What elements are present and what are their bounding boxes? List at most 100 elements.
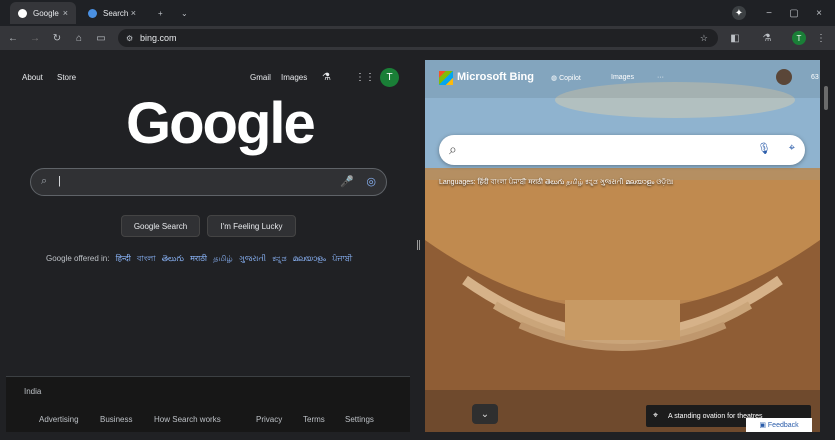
lang-link[interactable]: മലയാളം <box>293 254 326 263</box>
google-footer: India Advertising Business How Search wo… <box>6 376 410 432</box>
bing-languages-label: Languages: <box>439 179 476 186</box>
labs-flask-icon[interactable]: ⚗ <box>322 72 331 83</box>
bing-languages-row: Languages: हिंदी বাংলা ਪੰਜਾਬੀ मराठी తెలు… <box>439 176 673 188</box>
footer-terms-link[interactable]: Terms <box>303 415 325 424</box>
lang-link[interactable]: தமிழ் <box>213 254 233 263</box>
bing-lang-link[interactable]: ਪੰਜਾਬੀ <box>509 179 527 186</box>
tab-search-label: Search <box>103 8 129 18</box>
bing-images-tab[interactable]: Images <box>611 74 634 81</box>
labs-icon[interactable]: ⚗ <box>760 31 774 45</box>
bing-feedback-label: Feedback <box>767 421 799 429</box>
address-text: bing.com <box>140 33 177 43</box>
bing-lang-link[interactable]: ଓଡ଼ିଆ <box>656 179 673 186</box>
home-icon[interactable]: ⌂ <box>72 31 86 45</box>
google-search-box[interactable]: ⌕ | 🎤 ◎ <box>30 168 387 196</box>
footer-business-link[interactable]: Business <box>100 415 132 424</box>
search-cursor: | <box>58 175 61 187</box>
google-profile-avatar[interactable]: T <box>380 68 399 87</box>
lang-link[interactable]: తెలుగు <box>162 254 184 263</box>
forward-icon[interactable]: → <box>28 31 42 45</box>
lens-icon[interactable]: ◎ <box>366 175 376 188</box>
tab-google[interactable]: Google × <box>10 2 76 24</box>
lang-link[interactable]: বাংলা <box>137 254 156 263</box>
menu-icon[interactable]: ⋮ <box>814 31 828 45</box>
google-gmail-link[interactable]: Gmail <box>250 73 271 82</box>
bing-lang-link[interactable]: ગુજરાતી <box>600 179 624 186</box>
bing-scroll-thumb[interactable] <box>824 86 828 110</box>
extensions-icon[interactable]: ◧ <box>728 31 742 45</box>
google-favicon-icon <box>18 8 27 18</box>
profile-avatar[interactable]: T <box>792 31 806 45</box>
bing-search-icon: ⌕ <box>449 141 457 157</box>
bing-lang-link[interactable]: తెలుగు <box>545 179 564 186</box>
footer-settings-link[interactable]: Settings <box>345 415 374 424</box>
bing-rewards-count[interactable]: 63 <box>811 74 819 81</box>
tab-search-close-icon[interactable]: × <box>131 8 136 18</box>
footer-how-search-works-link[interactable]: How Search works <box>154 415 221 424</box>
tab-google-label: Google <box>33 8 59 18</box>
bing-lang-link[interactable]: मराठी <box>528 179 543 186</box>
bing-voice-icon[interactable]: 🎙 <box>757 142 771 155</box>
bing-header: Microsoft Bing ◍ Copilot Images ··· 63 <box>425 60 820 98</box>
bookmark-star-icon[interactable]: ☆ <box>700 33 708 44</box>
feedback-icon: ▣ <box>759 422 766 429</box>
toolbar: ← → ↻ ⌂ ▭ ⚙ bing.com ☆ ◧ ⚗ T ⋮ <box>0 26 835 50</box>
split-view-icon[interactable]: ▭ <box>94 31 108 45</box>
search-icon: ⌕ <box>41 175 48 187</box>
google-search-button[interactable]: Google Search <box>121 215 200 237</box>
bing-lang-link[interactable]: മലയാളം <box>625 179 654 186</box>
lang-link[interactable]: ਪੰਜਾਬੀ <box>332 254 352 263</box>
bing-pane <box>425 60 820 432</box>
bing-search-box[interactable]: ⌕ 🎙 ⌖ <box>439 135 805 165</box>
google-about-link[interactable]: About <box>22 73 43 82</box>
site-info-icon[interactable]: ⚙ <box>126 34 133 43</box>
maximize-icon[interactable]: ▢ <box>787 6 801 20</box>
sparkle-icon[interactable]: ✦ <box>732 6 746 20</box>
lang-link[interactable]: हिन्दी <box>116 254 131 263</box>
minimize-icon[interactable]: − <box>762 6 776 20</box>
bing-title: Microsoft Bing <box>457 71 534 83</box>
bing-expand-button[interactable]: ⌄ <box>472 404 498 424</box>
footer-advertising-link[interactable]: Advertising <box>39 415 79 424</box>
microsoft-logo-icon <box>439 71 453 85</box>
browser-chrome: Google × Search × + ⌄ ✦ − ▢ × ← → ↻ ⌂ ▭ … <box>0 0 835 60</box>
tab-google-close-icon[interactable]: × <box>63 8 68 18</box>
bing-visual-search-icon[interactable]: ⌖ <box>789 142 795 155</box>
bing-more-tab[interactable]: ··· <box>657 74 664 81</box>
offered-in-row: Google offered in: हिन्दी বাংলা తెలుగు म… <box>46 253 352 266</box>
voice-search-icon[interactable]: 🎤 <box>340 175 354 188</box>
apps-grid-icon[interactable]: ⋮⋮ <box>355 72 375 83</box>
google-images-link[interactable]: Images <box>281 73 307 82</box>
location-pin-icon: ⌖ <box>653 410 659 420</box>
feeling-lucky-button[interactable]: I'm Feeling Lucky <box>207 215 296 237</box>
theatre-background-image <box>425 60 820 432</box>
search-favicon-icon <box>88 8 97 18</box>
bing-lang-link[interactable]: हिंदी <box>478 179 489 186</box>
split-resize-handle[interactable] <box>417 240 420 250</box>
footer-privacy-link[interactable]: Privacy <box>256 415 282 424</box>
copilot-icon: ◍ <box>551 75 558 82</box>
address-bar[interactable]: ⚙ bing.com ☆ <box>118 29 718 47</box>
country-label: India <box>24 387 42 396</box>
lang-link[interactable]: ગુજરાતી <box>239 254 266 263</box>
google-logo: Google <box>126 91 316 156</box>
bing-scrollbar[interactable] <box>820 60 832 432</box>
tab-search-dropdown-icon[interactable]: ⌄ <box>173 2 196 24</box>
tab-strip: Google × Search × + ⌄ ✦ − ▢ × <box>0 0 835 26</box>
new-tab-button[interactable]: + <box>150 2 171 24</box>
google-store-link[interactable]: Store <box>57 73 76 82</box>
lang-link[interactable]: मराठी <box>190 254 207 263</box>
tab-search[interactable]: Search × <box>80 2 144 24</box>
lang-link[interactable]: ಕನ್ನಡ <box>272 254 286 263</box>
bing-copilot-tab-label: Copilot <box>559 75 581 82</box>
bing-feedback-button[interactable]: ▣ Feedback <box>746 418 812 432</box>
bing-lang-link[interactable]: বাংলা <box>491 179 507 186</box>
bing-lang-link[interactable]: தமிழ் <box>566 179 583 186</box>
back-icon[interactable]: ← <box>6 31 20 45</box>
bing-copilot-tab[interactable]: ◍ Copilot <box>551 74 581 82</box>
reload-icon[interactable]: ↻ <box>50 31 64 45</box>
close-window-icon[interactable]: × <box>812 6 826 20</box>
offered-in-label: Google offered in: <box>46 254 110 263</box>
bing-profile-avatar[interactable] <box>776 69 792 85</box>
bing-lang-link[interactable]: ಕನ್ನಡ <box>585 179 597 186</box>
